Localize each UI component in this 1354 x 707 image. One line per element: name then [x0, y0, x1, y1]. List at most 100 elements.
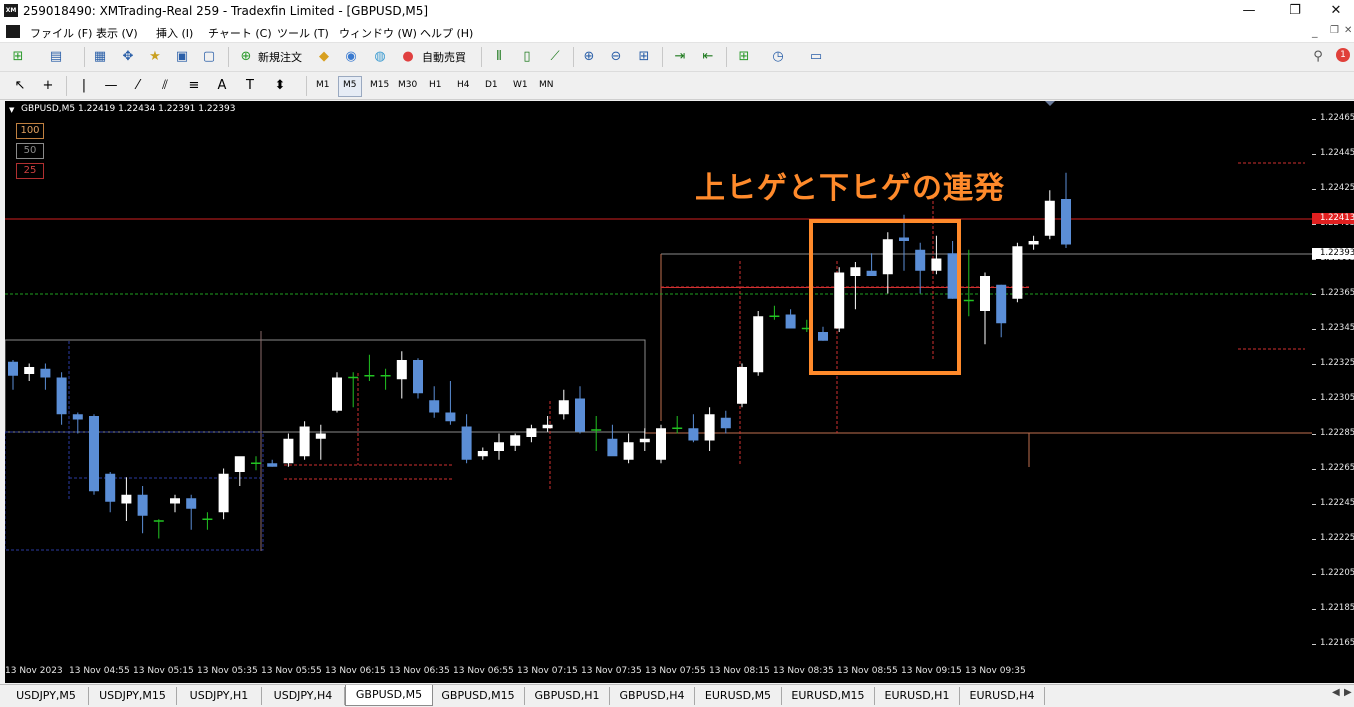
chart-tab[interactable]: USDJPY,H4 — [262, 687, 345, 705]
timeframe-m30[interactable]: M30 — [394, 76, 421, 95]
candle-body — [186, 498, 197, 509]
candle-body — [1044, 200, 1055, 236]
timeframe-d1[interactable]: D1 — [481, 76, 502, 95]
horizontal-line-icon[interactable]: — — [101, 76, 121, 96]
candle-body — [931, 258, 942, 271]
zoom-in-icon[interactable]: ⊕ — [579, 47, 599, 67]
chart-tab[interactable]: EURUSD,M15 — [782, 687, 875, 705]
menu-window[interactable]: ウィンドウ (W) — [339, 25, 417, 41]
menu-help[interactable]: ヘルプ (H) — [420, 25, 473, 41]
tile-windows-icon[interactable]: ⊞ — [634, 47, 654, 67]
time-tick-label: 13 Nov 08:55 — [837, 666, 898, 676]
auto-scroll-icon[interactable]: ⇥ — [670, 47, 690, 67]
text-icon[interactable]: A — [212, 76, 232, 96]
profiles-icon[interactable]: ▤ — [46, 47, 66, 67]
price-tick — [1312, 398, 1316, 400]
search-icon[interactable]: ⚲ — [1308, 47, 1328, 67]
new-chart-icon[interactable]: ⊞ — [8, 47, 28, 67]
minimize-button[interactable]: — — [1226, 0, 1272, 22]
chart-tab[interactable]: GBPUSD,H4 — [610, 687, 695, 705]
candle-body — [40, 368, 51, 378]
strategy-tester-icon[interactable]: ▢ — [199, 47, 219, 67]
chart-tab[interactable]: GBPUSD,M15 — [432, 687, 525, 705]
fibonacci-icon[interactable]: ≡ — [184, 76, 204, 96]
chart-tab[interactable]: EURUSD,H1 — [875, 687, 960, 705]
close-button[interactable]: ✕ — [1318, 0, 1354, 22]
timeframe-m15[interactable]: M15 — [366, 76, 393, 95]
price-tick-label: 1.22245 — [1320, 497, 1354, 508]
new-order-button[interactable]: 新規注文 — [258, 49, 302, 65]
chart-tab[interactable]: USDJPY,M15 — [89, 687, 177, 705]
price-tick — [1312, 363, 1316, 365]
bar-chart-icon[interactable]: ⫴ — [489, 47, 509, 67]
templates-icon[interactable]: ▭ — [806, 47, 826, 67]
auto-trading-button[interactable]: 自動売買 — [422, 49, 466, 65]
signals-icon[interactable]: ◉ — [341, 47, 361, 67]
candle-body — [283, 438, 294, 464]
app-menu-icon[interactable] — [6, 25, 20, 38]
child-close-button[interactable]: ✕ — [1344, 25, 1352, 36]
chart-tab[interactable]: EURUSD,M5 — [695, 687, 782, 705]
menu-file[interactable]: ファイル (F) — [30, 25, 92, 41]
cursor-icon[interactable]: ↖ — [10, 76, 30, 96]
chart-tab[interactable]: USDJPY,M5 — [4, 687, 89, 705]
price-tick — [1312, 118, 1316, 120]
chart-tab[interactable]: GBPUSD,H1 — [525, 687, 610, 705]
price-tick — [1312, 643, 1316, 645]
data-window-icon[interactable]: ✥ — [118, 47, 138, 67]
candle-body — [234, 456, 245, 472]
timeframe-m5[interactable]: M5 — [338, 76, 362, 97]
toolbar-separator — [481, 47, 482, 67]
periods-icon[interactable]: ◷ — [768, 47, 788, 67]
timeframe-h1[interactable]: H1 — [425, 76, 446, 95]
arrows-icon[interactable]: ⬍ — [270, 76, 290, 96]
tab-scroll-left-icon[interactable]: ◀ — [1332, 687, 1340, 698]
timeframe-m1[interactable]: M1 — [312, 76, 334, 95]
chart-tab[interactable]: EURUSD,H4 — [960, 687, 1045, 705]
chart-tab[interactable]: USDJPY,H1 — [177, 687, 262, 705]
zoom-out-icon[interactable]: ⊖ — [606, 47, 626, 67]
price-tick — [1312, 188, 1316, 190]
price-tick — [1312, 608, 1316, 610]
crosshair-icon[interactable]: + — [38, 76, 58, 96]
indicators-icon[interactable]: ⊞ — [734, 47, 754, 67]
chart-canvas[interactable] — [5, 101, 1312, 661]
candlestick-icon[interactable]: ▯ — [517, 47, 537, 67]
chart-menu-arrow-icon[interactable]: ▼ — [9, 106, 14, 114]
menu-chart[interactable]: チャート (C) — [208, 25, 272, 41]
time-tick-label: 13 Nov 05:15 — [133, 666, 194, 676]
candle-body — [720, 417, 731, 429]
candle-body — [882, 239, 893, 275]
new-order-icon[interactable]: ⊕ — [236, 47, 256, 67]
child-minimize-button[interactable]: _ — [1312, 25, 1318, 38]
menu-bar: ファイル (F) 表示 (V) 挿入 (I) チャート (C) ツール (T) … — [0, 22, 1354, 43]
level-box-50: 50 — [16, 143, 44, 159]
child-restore-button[interactable]: ❐ — [1330, 25, 1339, 36]
menu-view[interactable]: 表示 (V) — [96, 25, 138, 41]
tab-scroll-right-icon[interactable]: ▶ — [1344, 687, 1352, 698]
timeframe-h4[interactable]: H4 — [453, 76, 474, 95]
chart-shift-icon[interactable]: ⇤ — [698, 47, 718, 67]
navigator-icon[interactable]: ★ — [145, 47, 165, 67]
menu-insert[interactable]: 挿入 (I) — [156, 25, 193, 41]
chart-tabs: ◀ ▶ USDJPY,M5 USDJPY,M15 USDJPY,H1 USDJPY,H… — [0, 684, 1354, 707]
equidistant-channel-icon[interactable]: ⫽ — [155, 76, 175, 96]
trendline-icon[interactable]: ⁄ — [128, 76, 148, 96]
line-chart-icon[interactable]: ⟋ — [545, 47, 565, 67]
text-label-icon[interactable]: T — [240, 76, 260, 96]
chart-tab[interactable]: GBPUSD,M5 — [345, 685, 433, 706]
notification-icon[interactable]: 1 — [1336, 48, 1350, 62]
vertical-line-icon[interactable]: | — [74, 76, 94, 96]
timeframe-w1[interactable]: W1 — [509, 76, 532, 95]
price-chart[interactable]: ▼ GBPUSD,M5 1.22419 1.22434 1.22391 1.22… — [5, 101, 1312, 661]
timeframe-mn[interactable]: MN — [535, 76, 558, 95]
candle-body — [1061, 199, 1071, 245]
market-watch-icon[interactable]: ▦ — [90, 47, 110, 67]
terminal-icon[interactable]: ▣ — [172, 47, 192, 67]
menu-tools[interactable]: ツール (T) — [277, 25, 329, 41]
metaeditor-icon[interactable]: ◆ — [314, 47, 334, 67]
auto-trading-icon[interactable]: ● — [398, 47, 418, 67]
market-icon[interactable]: ◍ — [370, 47, 390, 67]
maximize-button[interactable]: ❐ — [1272, 0, 1318, 22]
candle-body — [429, 400, 440, 413]
